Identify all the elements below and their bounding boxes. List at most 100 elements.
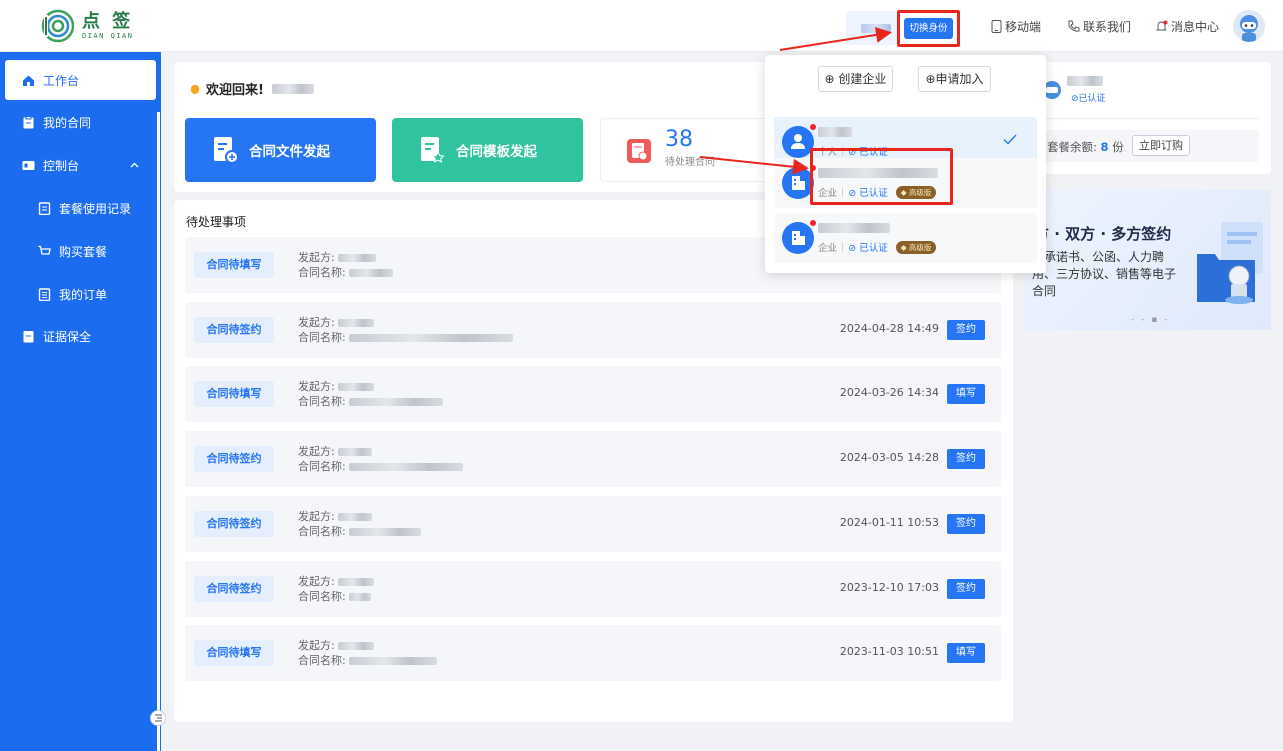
check-icon — [1003, 134, 1017, 145]
menu-fold-icon — [155, 714, 162, 722]
template-initiate-tile[interactable]: 合同模板发起 — [392, 118, 583, 182]
row-meta: 发起方: 合同名称: — [298, 574, 375, 604]
contract-name-redacted — [349, 398, 444, 407]
row-action-button[interactable]: 填写 — [947, 384, 985, 405]
status-tag: 合同待填写 — [194, 252, 274, 278]
profile-avatar — [1043, 81, 1061, 99]
row-action-button[interactable]: 签约 — [947, 513, 985, 534]
welcome-heading: 欢迎回来! — [188, 79, 314, 98]
apply-join-button[interactable]: ⊕申请加入 — [918, 66, 991, 92]
avatar-icon — [1233, 10, 1265, 42]
bell-icon — [1156, 20, 1168, 31]
contract-name-redacted — [349, 592, 372, 601]
console-icon — [22, 160, 35, 170]
tile-label: 合同模板发起 — [456, 144, 537, 160]
todo-row[interactable]: 合同待签约 发起方: 合同名称: 2024-01-11 10:53 签约 — [185, 495, 1001, 552]
cart-icon — [38, 245, 51, 255]
initiator-redacted — [338, 318, 375, 327]
status-tag: 合同待签约 — [194, 510, 274, 537]
account-option[interactable]: 企业 | ⊘ 已认证 ◆ 高级版 — [774, 213, 1037, 263]
todo-card: 待处理事项 合同待填写 发起方: 合同名称: 合同待签约 发起方: 合同名称: 20… — [174, 200, 1013, 722]
initiator-redacted — [338, 448, 373, 457]
row-time: 2024-04-28 14:49 — [839, 321, 939, 335]
row-action-button[interactable]: 签约 — [947, 578, 985, 599]
pending-doc-icon — [627, 139, 651, 163]
company-icon — [782, 222, 814, 254]
sidebar-item-my-orders[interactable]: 我的订单 — [0, 274, 161, 314]
current-identity[interactable] — [846, 11, 898, 45]
sidebar-item-my-contracts[interactable]: 我的合同 — [0, 102, 161, 142]
sidebar-collapse-button[interactable] — [150, 710, 166, 726]
pending-label: 待处理合同 — [665, 157, 715, 168]
file-initiate-tile[interactable]: 合同文件发起 — [185, 118, 376, 182]
row-action-button[interactable]: 签约 — [947, 449, 985, 470]
sidebar-label: 套餐使用记录 — [59, 201, 132, 216]
user-avatar[interactable] — [1233, 10, 1265, 42]
sidebar-item-evidence[interactable]: 证据保全 — [0, 316, 161, 356]
top-header: 点 签 DIAN QIAN 切换身份 移动端 联系我们 消息中心 — [0, 0, 1283, 52]
contact-link[interactable]: 联系我们 — [1067, 18, 1131, 35]
mobile-label: 移动端 — [1005, 20, 1042, 34]
contract-name-redacted — [349, 527, 422, 536]
sidebar-scrollbar[interactable] — [157, 112, 160, 751]
row-time: 2023-12-10 17:03 — [839, 580, 939, 594]
create-company-button[interactable]: ⊕ 创建企业 — [818, 66, 893, 92]
sidebar-label: 购买套餐 — [59, 244, 108, 259]
mobile-link[interactable]: 移动端 — [991, 18, 1041, 35]
sidebar-label: 我的订单 — [59, 287, 108, 302]
row-meta: 发起方: 合同名称: — [298, 509, 422, 539]
row-action-button[interactable]: 填写 — [947, 643, 985, 664]
status-tag: 合同待签约 — [194, 446, 274, 473]
switch-identity-highlight: 切换身份 — [897, 10, 960, 47]
sidebar-label: 证据保全 — [43, 329, 92, 344]
logo-title: 点 签 — [82, 10, 134, 32]
row-meta: 发起方: 合同名称: — [298, 379, 444, 409]
notification-dot — [810, 124, 816, 130]
initiator-redacted — [338, 577, 375, 586]
todo-row[interactable]: 合同待填写 发起方: 合同名称: 2024-03-26 14:34 填写 — [185, 366, 1001, 423]
carousel-dots[interactable]: - - ▪ - — [1131, 315, 1169, 325]
sidebar-label: 我的合同 — [43, 115, 92, 130]
username-redacted — [271, 83, 314, 94]
row-time: 2024-03-05 14:28 — [839, 451, 939, 465]
promo-banner[interactable]: 方 · 双方 · 多方签约 起承诺书、公函、人力聘用、三方协议、销售等电子合同 … — [1025, 190, 1271, 330]
status-tag: 合同待签约 — [194, 316, 274, 343]
evidence-icon — [23, 330, 34, 342]
sidebar-item-package-records[interactable]: 套餐使用记录 — [0, 188, 161, 228]
todo-row[interactable]: 合同待签约 发起方: 合同名称: 2024-03-05 14:28 签约 — [185, 431, 1001, 488]
row-time: 2023-11-03 10:51 — [839, 645, 939, 659]
sidebar-label: 控制台 — [43, 158, 80, 173]
clipboard-icon — [23, 115, 34, 128]
pending-count: 38 — [665, 127, 693, 152]
subscribe-button[interactable]: 立即订购 — [1132, 135, 1190, 156]
sidebar-item-buy-package[interactable]: 购买套餐 — [0, 231, 161, 271]
banner-subtitle: 起承诺书、公函、人力聘用、三方协议、销售等电子合同 — [1032, 250, 1177, 298]
wave-icon — [190, 84, 200, 94]
record-icon — [38, 201, 51, 215]
logo[interactable]: 点 签 DIAN QIAN — [40, 9, 133, 43]
todo-row[interactable]: 合同待签约 发起方: 合同名称: 2024-04-28 14:49 签约 — [185, 301, 1001, 358]
sidebar-item-workbench[interactable]: 工作台 — [5, 60, 156, 100]
todo-row[interactable]: 合同待签约 发起方: 合同名称: 2023-12-10 17:03 签约 — [185, 560, 1001, 617]
status-tag: 合同待填写 — [194, 381, 274, 408]
profile-verified: ⊘已认证 — [1071, 94, 1106, 104]
selected-company-highlight — [810, 148, 953, 205]
chevron-up-icon — [130, 162, 139, 168]
call-icon — [1068, 20, 1080, 32]
initiator-redacted — [338, 383, 375, 392]
status-tag: 合同待填写 — [194, 640, 274, 667]
row-action-button[interactable]: 签约 — [947, 319, 985, 340]
todo-title: 待处理事项 — [186, 215, 247, 229]
contract-name-redacted — [349, 269, 394, 277]
contract-name-redacted — [349, 463, 464, 472]
row-meta: 发起方: 合同名称: — [298, 250, 394, 280]
account-name-redacted — [818, 127, 852, 137]
row-time: 2024-01-11 10:53 — [839, 515, 939, 529]
messages-label: 消息中心 — [1171, 20, 1220, 34]
message-center-link[interactable]: 消息中心 — [1155, 18, 1219, 35]
switch-identity-button[interactable]: 切换身份 — [904, 18, 953, 39]
notification-dot — [810, 220, 816, 226]
sidebar-item-console[interactable]: 控制台 — [0, 145, 161, 185]
contract-stamp-illustration — [1197, 222, 1263, 304]
todo-row[interactable]: 合同待填写 发起方: 合同名称: 2023-11-03 10:51 填写 — [185, 625, 1001, 682]
